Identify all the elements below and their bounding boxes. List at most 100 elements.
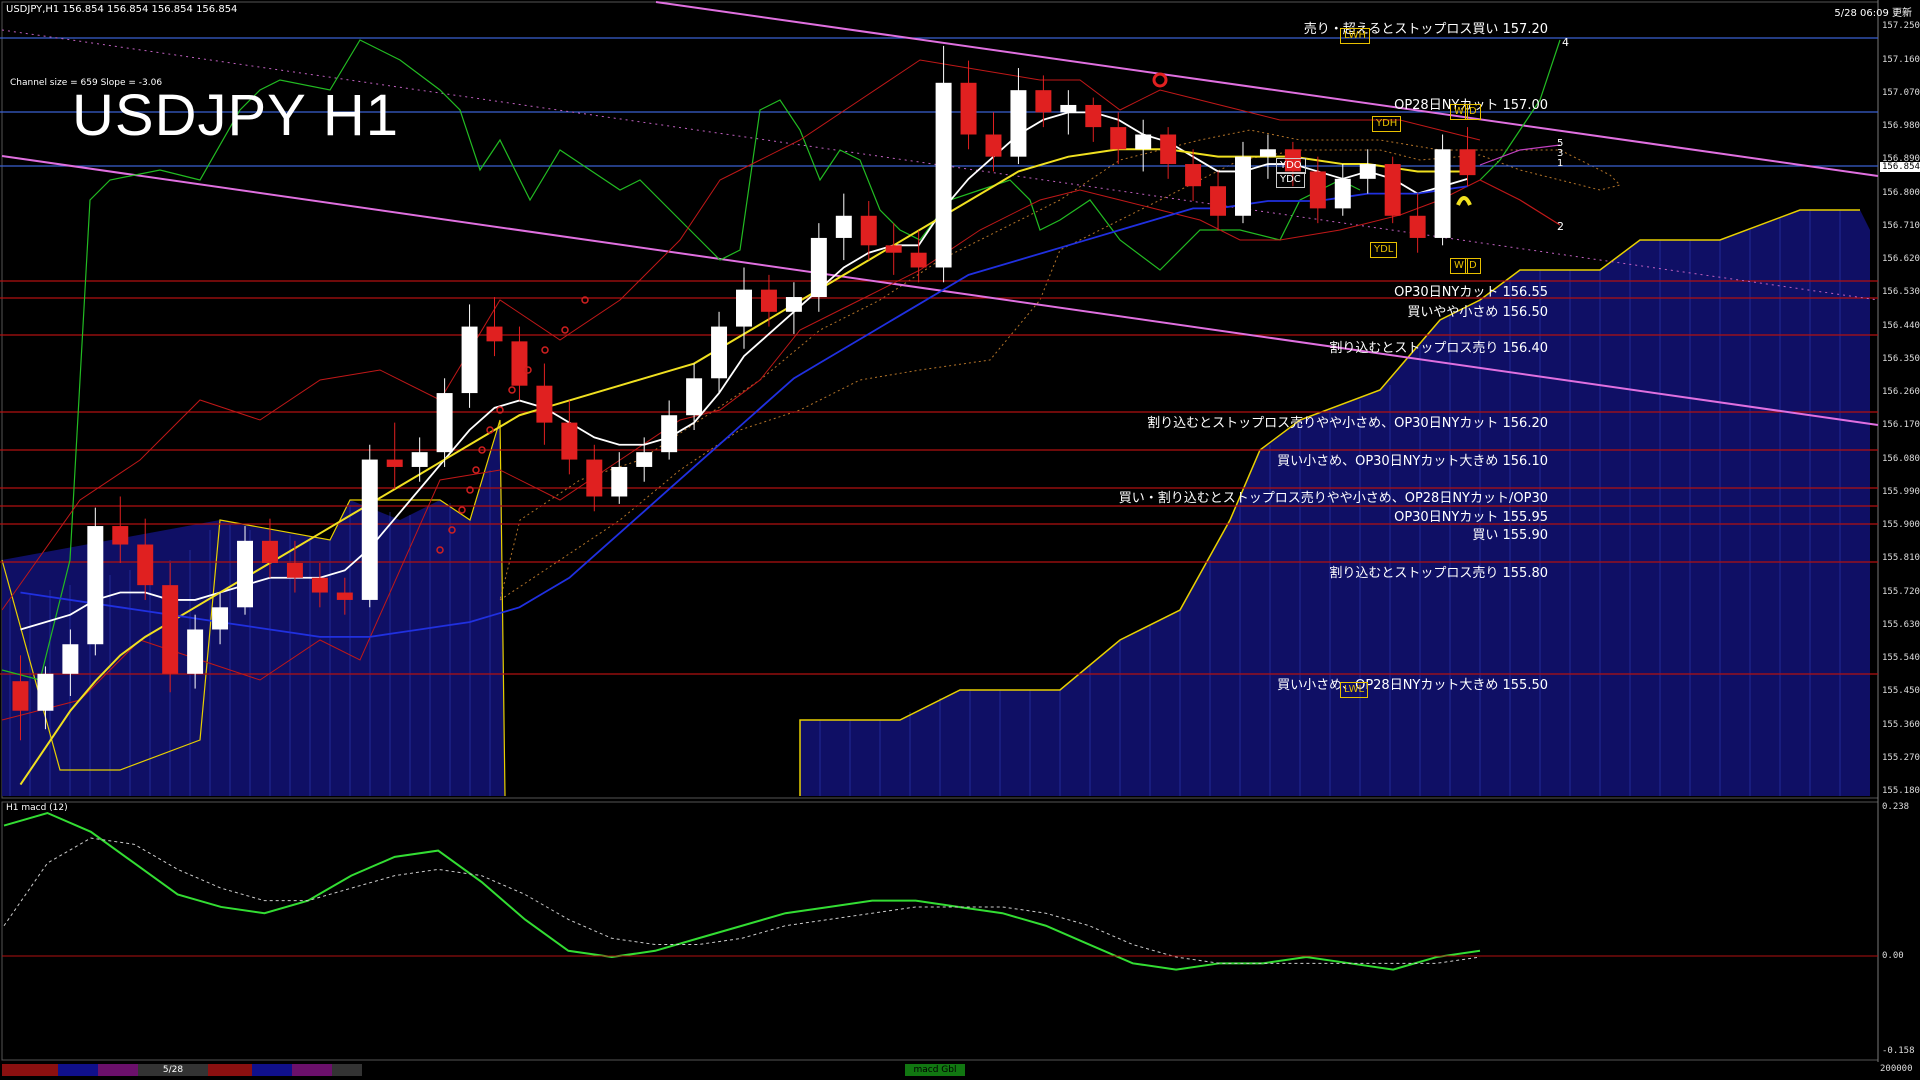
projection-label-4: 4 [1562,36,1569,49]
candle-body [386,459,403,467]
price-tick: 156.530 [1882,287,1920,298]
price-tick: 156.440 [1882,320,1920,331]
candle-body [511,341,528,386]
macd-tab[interactable]: macd Gbl [905,1064,965,1076]
macd-axis-zero: 0.00 [1882,951,1904,961]
macd-lines [3,811,1481,971]
tab-7[interactable] [292,1064,332,1076]
up-arrow-marker [1456,196,1472,206]
price-tick: 155.270 [1882,752,1920,763]
lwl-marker: LWL [1340,682,1369,698]
price-tick: 155.540 [1882,653,1920,664]
price-tick: 155.720 [1882,586,1920,597]
tab-5[interactable] [208,1064,252,1076]
level-label-156-00: 買い・割り込むとストップロス売りやや小さめ、OP28日NYカット/OP30 [1118,491,1548,506]
tab-2[interactable] [58,1064,98,1076]
candle-body [661,415,678,453]
level-label-156-10: 買い小さめ、OP30日NYカット大きめ 156.10 [1277,454,1548,469]
candle-body [486,326,503,342]
macd-panel-border [1,801,1879,1061]
candle-body [935,82,952,268]
candle-body [711,326,728,379]
day-marker-bottom: D [1465,258,1481,274]
candle-body [860,215,877,246]
candle-body [1359,164,1376,179]
candle-body [810,237,827,298]
level-label-155-95: OP30日NYカット 155.95 [1394,510,1548,525]
macd-panel-label: H1 macd (12) [6,803,68,813]
candle-body [536,385,553,423]
price-tick: 155.180 [1882,786,1920,796]
candle-body [436,393,453,453]
ydh-marker: YDH [1372,116,1402,132]
candle-body [985,134,1002,157]
macd-signal-line [3,837,1481,964]
candle-body [361,459,378,600]
ydc-marker: YDC [1276,172,1305,188]
purple-projection [1479,144,1561,166]
candle-body [785,297,802,312]
footer-right-value: 200000 [1880,1064,1913,1074]
level-label-156-50: 買いやや小さめ 156.50 [1407,305,1548,320]
level-label-156-55: OP30日NYカット 156.55 [1394,285,1548,300]
price-tick: 155.810 [1882,553,1920,564]
candle-body [1234,156,1251,216]
price-tick: 156.260 [1882,387,1920,398]
candle-body [1135,134,1152,150]
ydl-marker: YDL [1370,242,1398,258]
price-tick: 156.980 [1882,121,1920,132]
candle-body [311,577,328,593]
candle-body [561,422,578,460]
price-tick: 156.080 [1882,453,1920,464]
tab-6[interactable] [252,1064,292,1076]
candle-body [37,673,54,711]
level-label-156-40: 割り込むとストップロス売り 156.40 [1329,341,1548,356]
candle-body [686,378,703,416]
red-projection [1479,179,1561,226]
level-label-155-50: 買い小さめ、OP28日NYカット大きめ 155.50 [1277,678,1548,693]
candle-body [212,607,229,630]
tab-8[interactable] [332,1064,362,1076]
candle-body [1459,149,1476,176]
price-tick: 156.620 [1882,254,1920,265]
macd-axis-bottom: -0.158 [1882,1046,1915,1056]
macd-line [3,811,1481,971]
tab-1[interactable] [2,1064,58,1076]
candle-body [286,562,303,578]
tab-date[interactable]: 5/28 [138,1064,208,1076]
candle-body [1060,104,1077,113]
candle-body [1434,149,1451,238]
candle-body [87,526,104,645]
candle-body [1035,90,1052,113]
price-tick: 156.710 [1882,220,1920,231]
price-tick: 157.250 [1882,21,1920,32]
price-tick: 155.990 [1882,486,1920,497]
candle-body [1384,164,1401,216]
candle-body [336,592,353,600]
candle-body [910,252,927,268]
candle-body [137,544,154,586]
chart-canvas: 4 5 3 1 2 [0,0,1879,1062]
candle-body [1309,171,1326,209]
candle-body [411,452,428,467]
candle-body [1259,149,1276,157]
symbol-info: USDJPY,H1 156.854 156.854 156.854 156.85… [6,4,238,15]
current-price-tag: 156.854 [1880,162,1920,172]
candle-body [1409,215,1426,238]
candle-body [760,289,777,312]
candle-body [1185,164,1202,187]
candle-body [112,526,129,545]
macd-axis-top: 0.238 [1882,802,1910,812]
candle-body [611,466,628,497]
candle-body [261,540,278,563]
candle-body [1160,134,1177,165]
price-tick: 157.070 [1882,87,1920,98]
day-marker-top: D [1465,104,1481,120]
candle-body [12,681,29,711]
candle-body [162,585,179,674]
price-tick: 157.160 [1882,54,1920,65]
chart-title: USDJPY H1 [72,83,400,148]
tab-3[interactable] [98,1064,138,1076]
price-tick: 155.450 [1882,686,1920,697]
candle-body [187,629,204,674]
